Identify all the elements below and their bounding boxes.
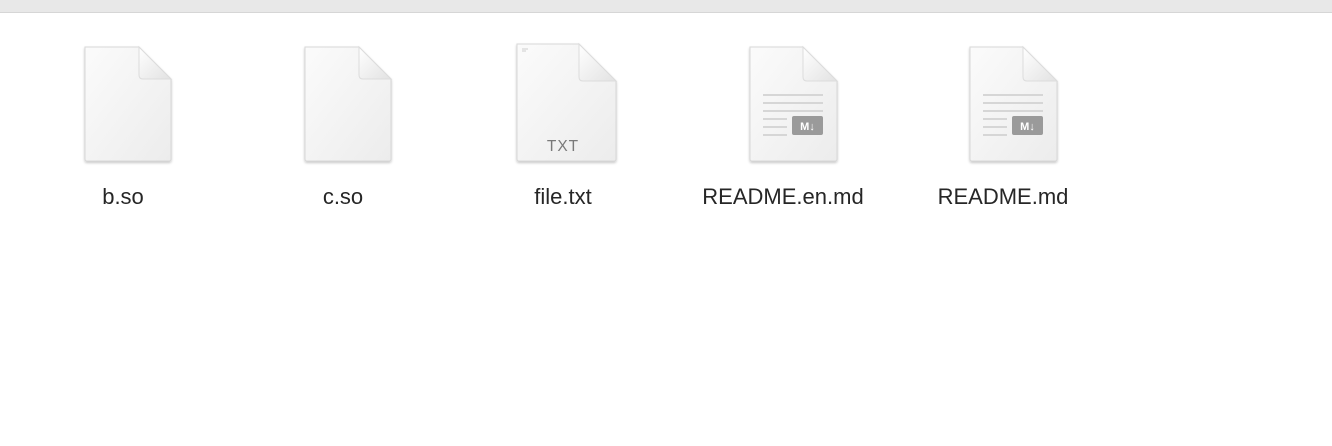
window-top-bar: [0, 0, 1332, 13]
file-item-b-so[interactable]: b.so: [13, 13, 233, 223]
markdown-document-icon: M↓: [953, 41, 1059, 165]
file-name-label: file.txt: [534, 184, 592, 209]
file-item-readme-md[interactable]: M↓ README.md: [893, 13, 1113, 223]
file-name-label: README.md: [937, 184, 1069, 209]
file-item-file-txt[interactable]: TXT file.txt: [453, 13, 673, 223]
file-name-label: b.so: [102, 184, 144, 209]
markdown-badge: M↓: [800, 121, 815, 133]
file-item-readme-en-md[interactable]: M↓ README.en.md: [673, 13, 893, 223]
file-grid: b.so c.so TXT file.txt M↓ README.en.md M…: [0, 13, 1332, 446]
file-item-c-so[interactable]: c.so: [233, 13, 453, 223]
markdown-document-icon: M↓: [733, 41, 839, 165]
file-name-label: README.en.md: [702, 184, 864, 209]
txt-badge: TXT: [547, 138, 579, 155]
generic-document-icon: [293, 41, 393, 165]
markdown-badge: M↓: [1020, 121, 1035, 133]
text-document-icon: TXT: [513, 41, 618, 165]
generic-document-icon: [73, 41, 173, 165]
file-name-label: c.so: [322, 184, 364, 209]
